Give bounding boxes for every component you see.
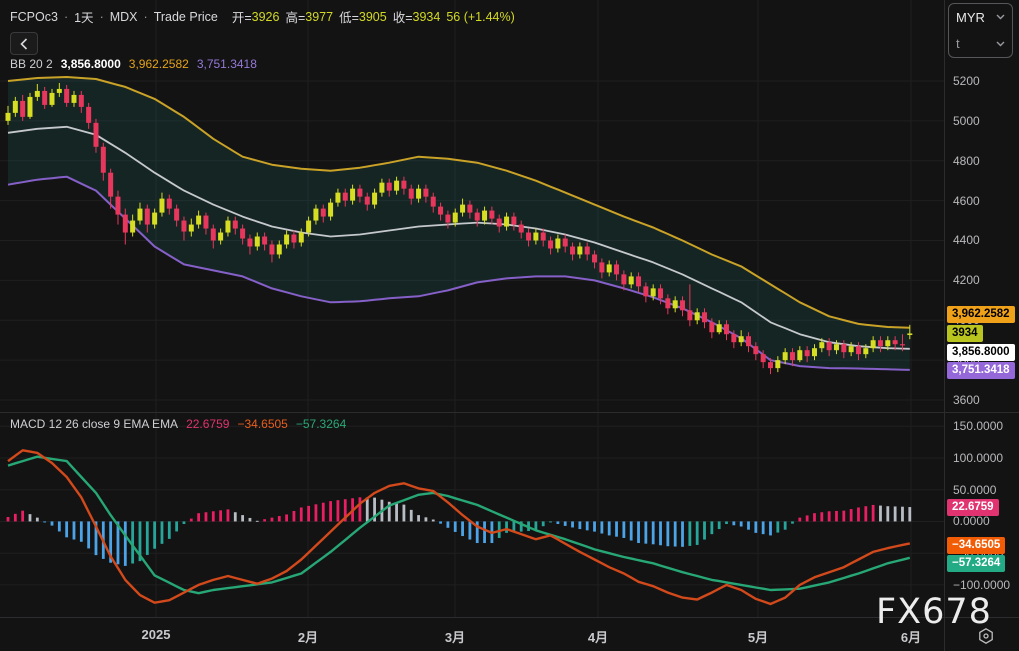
scale-tick: 4400 xyxy=(953,233,980,247)
scale-tick: 100.0000 xyxy=(953,451,1004,465)
currency-select[interactable]: MYR xyxy=(949,4,1012,31)
time-axis-label: 5月 xyxy=(747,630,769,645)
macd-indicator-pane[interactable] xyxy=(0,413,945,617)
symbol-legend: FCPOc3 · 1天 · MDX · Trade Price 开= 3926 高… xyxy=(10,7,515,26)
scale-tick: 5200 xyxy=(953,74,980,88)
macd-signal-value: −57.3264 xyxy=(295,417,347,431)
chart-window: FCPOc3 · 1天 · MDX · Trade Price 开= 3926 高… xyxy=(0,0,1019,651)
macd-line-value: −34.6505 xyxy=(237,417,288,431)
separator-dot: · xyxy=(143,9,148,24)
bb-label: BB 20 2 xyxy=(10,57,53,71)
bb-mid-badge: 3,856.8000 xyxy=(947,344,1015,361)
scale-unit-control: MYR t xyxy=(948,3,1013,58)
settings-button[interactable] xyxy=(975,626,997,646)
chevron-down-icon xyxy=(996,41,1005,47)
scale-tick: 3600 xyxy=(953,393,980,407)
macd-line-badge: −34.6505 xyxy=(947,537,1006,554)
bb-upper-value: 3,962.2582 xyxy=(128,57,189,71)
currency-value: MYR xyxy=(956,9,985,25)
high-value: 3977 xyxy=(305,9,334,24)
scale-tick: 4800 xyxy=(953,154,980,168)
time-axis-label: 4月 xyxy=(587,630,609,645)
separator-dot: · xyxy=(63,9,69,24)
last-price-badge: 3934 xyxy=(947,325,983,342)
scale-tick: 0.0000 xyxy=(953,514,990,528)
close-label: 收= xyxy=(392,11,413,25)
macd-hist-badge: 22.6759 xyxy=(947,499,999,516)
scale-tick: 150.0000 xyxy=(953,419,1004,433)
macd-label: MACD 12 26 close 9 EMA EMA xyxy=(10,417,179,431)
bb-lower-value: 3,751.3418 xyxy=(196,57,257,71)
settings-icon xyxy=(979,628,993,644)
price-type-label: Trade Price xyxy=(153,9,218,24)
open-label: 开= xyxy=(231,11,252,25)
time-axis-separator xyxy=(0,617,1019,618)
scale-tick: 4200 xyxy=(953,273,980,287)
high-label: 高= xyxy=(285,11,306,25)
exchange-label: MDX xyxy=(109,9,138,24)
bb-lower-badge: 3,751.3418 xyxy=(947,362,1015,379)
chevron-down-icon xyxy=(996,14,1005,20)
close-value: 3934 xyxy=(412,9,441,24)
open-value: 3926 xyxy=(251,9,280,24)
time-axis[interactable]: 2025 2月 3月 4月 5月 6月 xyxy=(0,618,945,651)
time-axis-label: 2025 xyxy=(141,627,171,642)
scale-tick: 50.0000 xyxy=(953,483,997,497)
price-scale[interactable]: 3,962.2582 3934 3,856.8000 3,751.3418 22… xyxy=(945,0,1019,651)
separator-dot: · xyxy=(99,9,104,24)
bb-legend: BB 20 2 3,856.8000 3,962.2582 3,751.3418 xyxy=(10,57,257,71)
price-scale-separator xyxy=(944,0,945,651)
macd-signal-badge: −57.3264 xyxy=(947,555,1006,572)
time-axis-label: 3月 xyxy=(444,630,466,645)
bb-mid-value: 3,856.8000 xyxy=(60,57,121,71)
low-label: 低= xyxy=(339,11,359,25)
chevron-left-icon xyxy=(20,37,28,50)
macd-legend: MACD 12 26 close 9 EMA EMA 22.6759 −34.6… xyxy=(10,417,346,431)
interval-label: 1天 xyxy=(74,11,94,25)
change-value: 56 (+1.44%) xyxy=(446,9,515,24)
pane-separator[interactable] xyxy=(0,412,1019,413)
scale-tick: 5000 xyxy=(953,114,980,128)
low-value: 3905 xyxy=(358,9,387,24)
bb-upper-badge: 3,962.2582 xyxy=(947,306,1015,323)
unit-select[interactable]: t xyxy=(949,31,1012,58)
macd-hist-value: 22.6759 xyxy=(186,417,230,431)
symbol-name: FCPOc3 xyxy=(10,9,58,24)
back-button[interactable] xyxy=(10,32,38,55)
scale-tick: −100.0000 xyxy=(953,578,1011,592)
unit-value: t xyxy=(956,36,960,52)
scale-tick: 4600 xyxy=(953,194,980,208)
time-axis-label: 2月 xyxy=(297,630,319,645)
